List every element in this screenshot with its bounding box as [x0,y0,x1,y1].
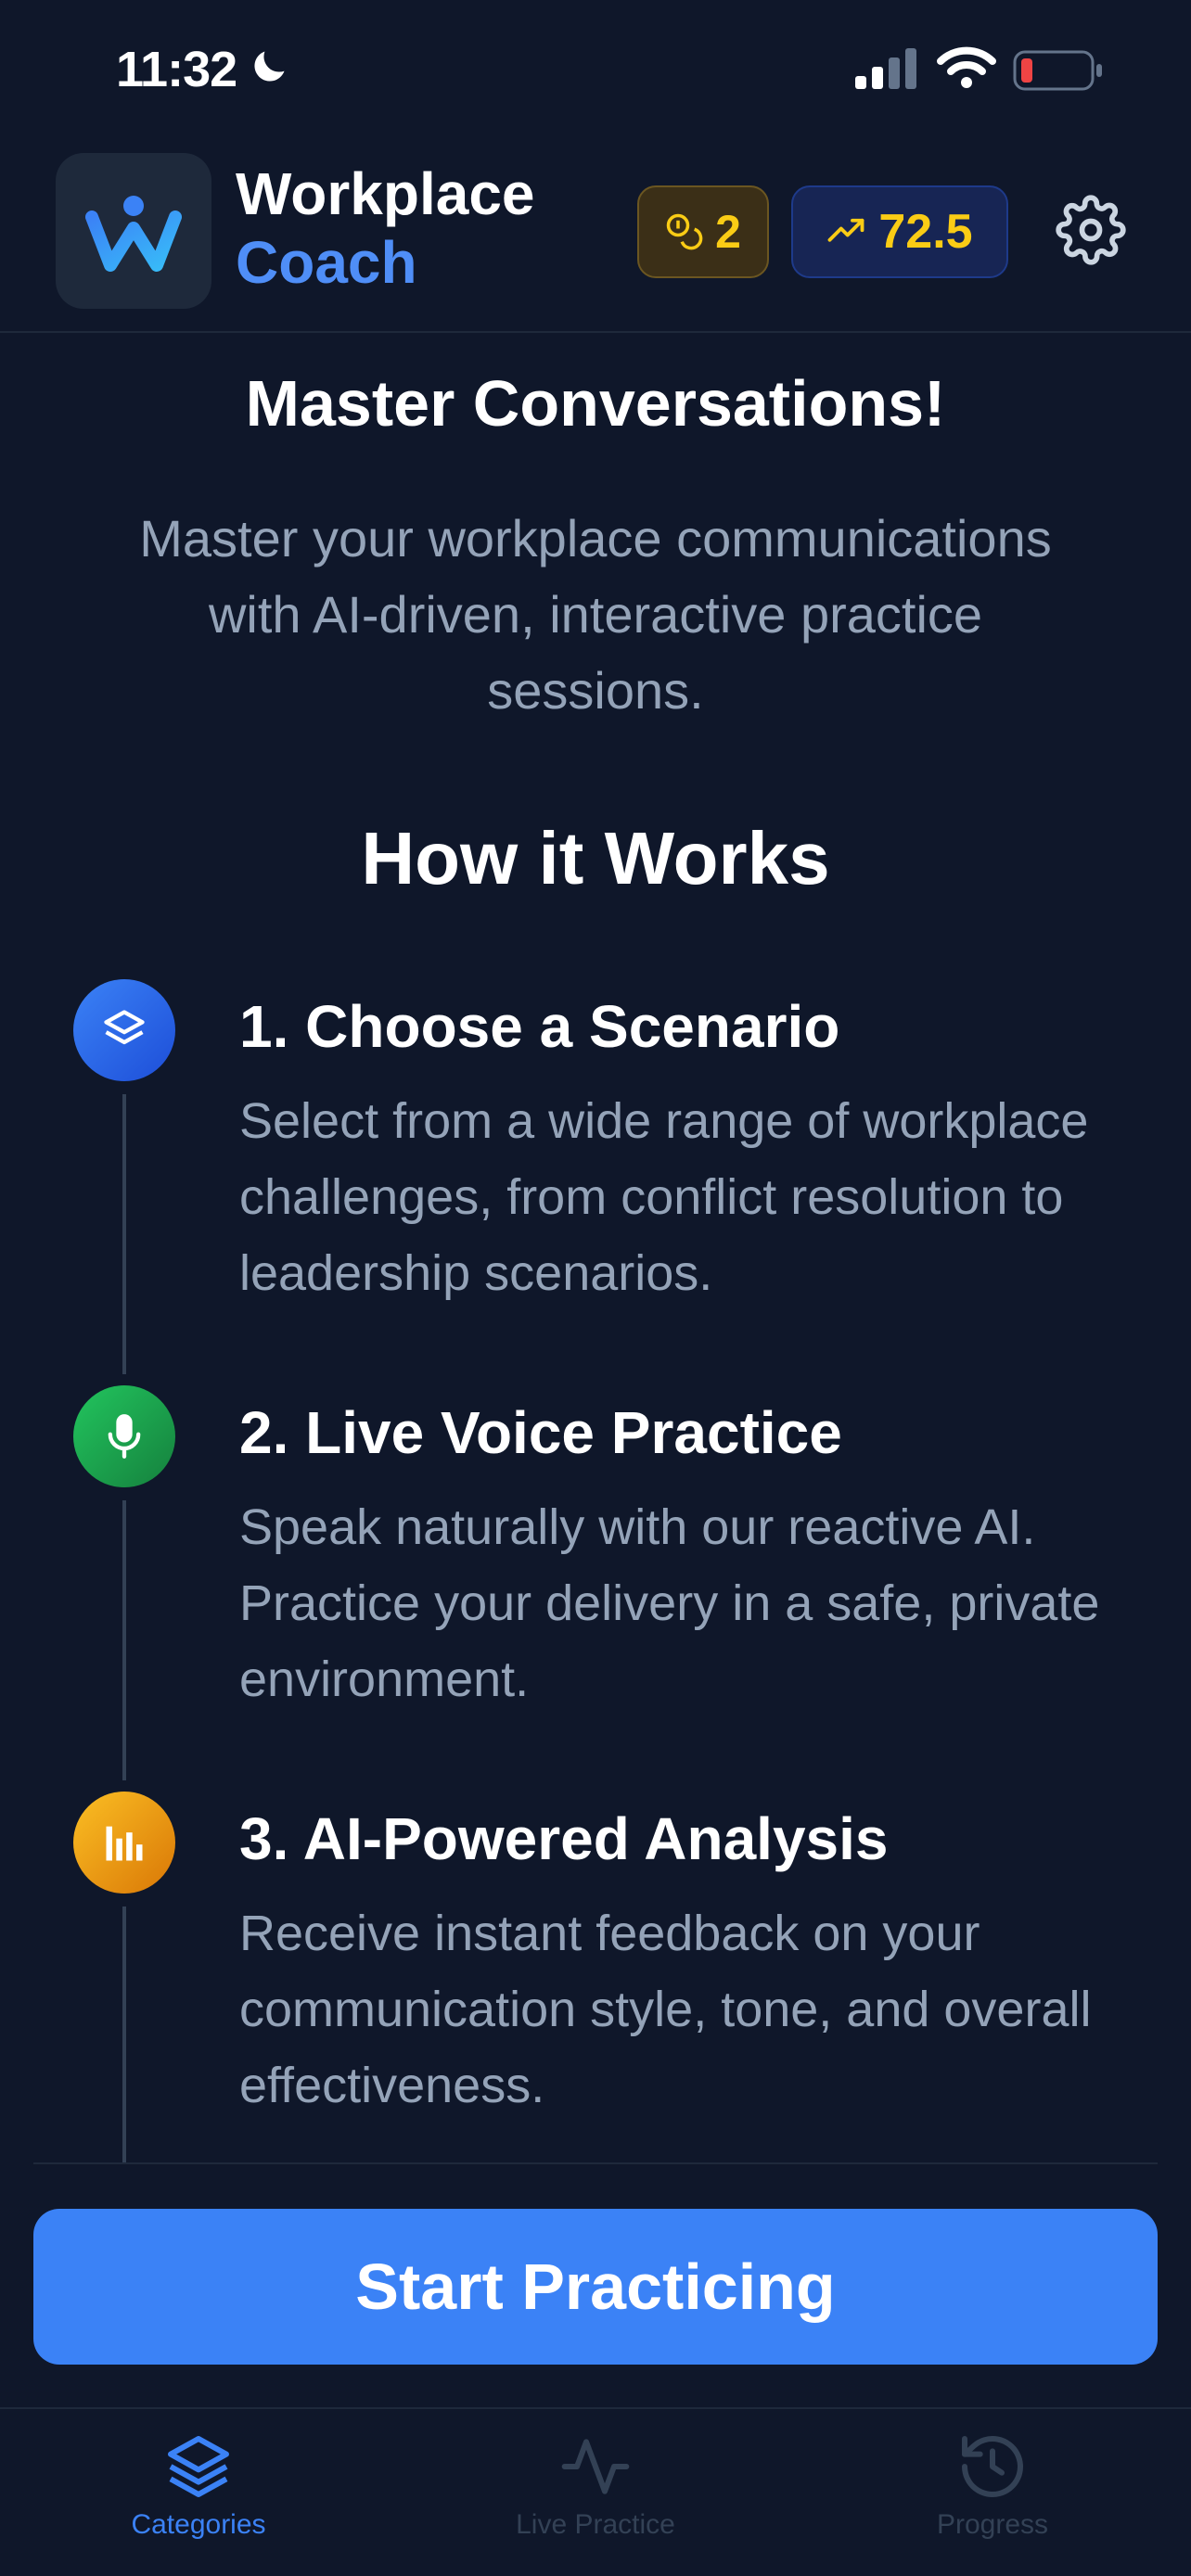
timeline-line [122,1094,126,1374]
content-divider [33,2162,1158,2164]
header-divider [0,331,1191,333]
step-icon-live-voice [73,1385,175,1487]
step-description: Receive instant feedback on your communi… [239,1906,1092,2113]
layers-icon [104,1010,145,1045]
step-description: Speak naturally with our reactive AI. Pr… [239,1499,1100,1707]
score-value: 72.5 [878,205,973,259]
tab-bar-divider [0,2407,1191,2409]
coins-count: 2 [715,206,741,258]
start-practicing-button[interactable]: Start Practicing [33,2209,1158,2365]
cellular-signal-icon [855,48,916,89]
settings-gear-icon[interactable] [1056,195,1126,265]
tab-label: Categories [131,2509,266,2540]
history-icon [962,2436,1023,2497]
coins-badge[interactable]: 2 [637,185,769,278]
bar-chart-icon [106,1826,143,1861]
timeline-line [122,1906,126,2162]
trending-up-icon [827,218,864,242]
layers-icon [168,2436,229,2497]
how-it-works-heading: How it Works [361,817,830,899]
status-time: 11:32 [116,42,237,97]
activity-icon [561,2439,630,2494]
step-description: Select from a wide range of workplace ch… [239,1093,1089,1301]
moon-icon [254,51,285,82]
page-title: Master Conversations! [245,367,946,440]
step-title: 2. Live Voice Practice [239,1399,842,1466]
brand-name-line2: Coach [236,229,417,296]
tab-label: Progress [936,2509,1049,2540]
coins-icon [666,213,703,250]
score-badge[interactable]: 72.5 [791,185,1008,278]
wifi-icon [937,46,996,88]
battery-icon [1013,50,1102,91]
tab-progress[interactable]: Progress [853,2429,1132,2541]
step-title: 3. AI-Powered Analysis [239,1805,889,1872]
logo-w-icon [85,196,182,272]
timeline-line [122,1500,126,1780]
app-logo [56,153,211,309]
brand-name-line1: Workplace [236,160,535,227]
tab-categories[interactable]: Categories [59,2429,338,2541]
step-icon-choose-scenario [73,979,175,1081]
microphone-icon [108,1414,141,1459]
step-icon-ai-analysis [73,1792,175,1894]
page-subtitle: Master your workplace communications wit… [139,509,1052,720]
tab-live-practice[interactable]: Live Practice [456,2429,735,2541]
step-title: 1. Choose a Scenario [239,993,840,1060]
tab-label: Live Practice [516,2509,675,2540]
